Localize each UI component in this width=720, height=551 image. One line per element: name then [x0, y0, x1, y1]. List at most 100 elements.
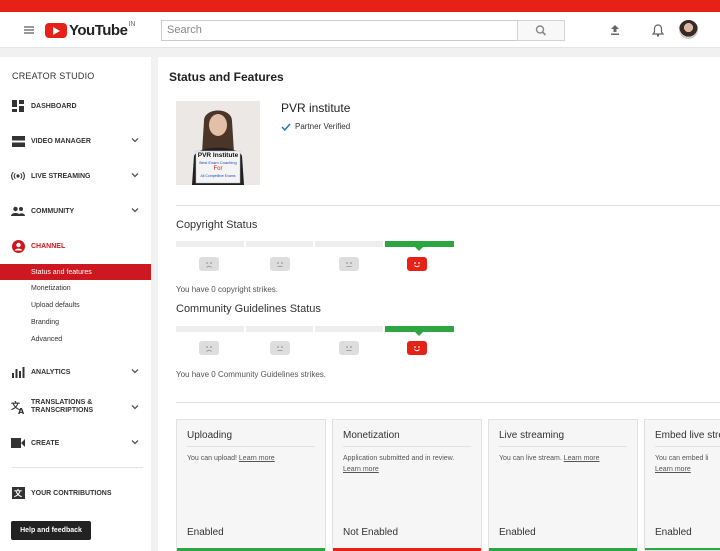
- copyright-strike-bar: [176, 241, 454, 251]
- card-status: Enabled: [499, 527, 536, 538]
- strike-segment: [246, 241, 314, 247]
- sidebar-item-label: DASHBOARD: [31, 102, 77, 110]
- create-icon: [11, 437, 25, 449]
- sidebar-subitem-upload-defaults[interactable]: Upload defaults: [0, 297, 151, 313]
- sidebar-title: CREATOR STUDIO: [12, 71, 95, 81]
- community-icon: [11, 205, 25, 217]
- upload-button[interactable]: [605, 20, 625, 40]
- neutral-face-icon: [339, 341, 359, 355]
- card-divider: [655, 446, 720, 447]
- search-input[interactable]: Search: [161, 20, 518, 41]
- sidebar-item-label: TRANSLATIONS & TRANSCRIPTIONS: [31, 399, 94, 414]
- happy-face-icon: [407, 257, 427, 271]
- sidebar-item-label: VIDEO MANAGER: [31, 137, 91, 145]
- sidebar-item-video-manager[interactable]: VIDEO MANAGER: [0, 131, 151, 151]
- sidebar-item-community[interactable]: COMMUNITY: [0, 201, 151, 221]
- help-and-feedback-button[interactable]: Help and feedback: [11, 521, 91, 540]
- learn-more-link[interactable]: Learn more: [239, 455, 275, 462]
- card-text: You can live stream.: [499, 455, 564, 462]
- chevron-down-icon[interactable]: [131, 206, 139, 214]
- copyright-strike-faces: [176, 257, 454, 271]
- card-title: Uploading: [187, 430, 233, 441]
- copyright-status-title: Copyright Status: [176, 219, 258, 231]
- search-button[interactable]: [517, 20, 565, 41]
- thumbnail-line: All Competitive Exams: [200, 174, 236, 178]
- upload-icon: [611, 25, 619, 35]
- sidebar-item-create[interactable]: CREATE: [0, 433, 151, 453]
- account-avatar[interactable]: [679, 20, 698, 39]
- sidebar-item-your-contributions[interactable]: 文 YOUR CONTRIBUTIONS: [0, 483, 151, 503]
- card-title: Embed live stre: [655, 430, 720, 441]
- video-manager-icon: [11, 135, 25, 147]
- card-status: Not Enabled: [343, 527, 399, 538]
- live-streaming-icon: [11, 170, 25, 182]
- translate-icon: 文A: [11, 401, 25, 414]
- sidebar-item-label: LIVE STREAMING: [31, 172, 91, 180]
- section-divider: [176, 402, 720, 403]
- sidebar-item-label: CHANNEL: [31, 242, 66, 250]
- learn-more-link[interactable]: Learn more: [343, 466, 379, 473]
- bell-icon: [652, 23, 664, 37]
- feature-card-live-streaming: Live streaming You can live stream. Lear…: [488, 419, 638, 551]
- chevron-down-icon[interactable]: [131, 136, 139, 144]
- sidebar-item-translations[interactable]: 文A TRANSLATIONS & TRANSCRIPTIONS: [0, 395, 151, 419]
- sidebar-item-live-streaming[interactable]: LIVE STREAMING: [0, 166, 151, 186]
- guidelines-strike-faces: [176, 341, 454, 355]
- sidebar-item-dashboard[interactable]: DASHBOARD: [0, 96, 151, 116]
- sidebar-item-analytics[interactable]: ANALYTICS: [0, 362, 151, 382]
- happy-face-icon: [407, 341, 427, 355]
- card-description: You can embed li Learn more: [655, 453, 720, 475]
- strike-segment-current: [385, 241, 454, 251]
- learn-more-link[interactable]: Learn more: [655, 466, 691, 473]
- strike-segment: [246, 326, 314, 332]
- guidelines-strike-bar: [176, 326, 454, 336]
- analytics-icon: [11, 366, 25, 378]
- sidebar-subitem-advanced[interactable]: Advanced: [0, 331, 151, 347]
- neutral-face-icon: [270, 257, 290, 271]
- sad-face-icon: [199, 341, 219, 355]
- sidebar-item-label: COMMUNITY: [31, 207, 75, 215]
- country-code: IN: [128, 20, 136, 28]
- sidebar: CREATOR STUDIO DASHBOARD VIDEO MANAGER L…: [0, 57, 151, 551]
- card-description: Application submitted and in review. Lea…: [343, 453, 473, 475]
- sidebar-subitem-branding[interactable]: Branding: [0, 314, 151, 330]
- card-divider: [499, 446, 627, 447]
- sidebar-item-label: YOUR CONTRIBUTIONS: [31, 489, 112, 497]
- sidebar-item-label: ANALYTICS: [31, 368, 71, 376]
- card-text: You can upload!: [187, 455, 239, 462]
- masthead: YouTube IN Search: [0, 12, 720, 48]
- youtube-logo[interactable]: YouTube IN: [45, 20, 136, 39]
- card-description: You can live stream. Learn more: [499, 453, 629, 464]
- top-accent-bar: [0, 0, 720, 12]
- menu-icon[interactable]: [24, 26, 34, 34]
- page-title: Status and Features: [169, 70, 284, 84]
- feature-card-monetization: Monetization Application submitted and i…: [332, 419, 482, 551]
- strike-segment: [315, 326, 384, 332]
- card-title: Live streaming: [499, 430, 565, 441]
- guidelines-status-text: You have 0 Community Guidelines strikes.: [176, 370, 326, 379]
- svg-text:文: 文: [14, 488, 23, 498]
- svg-text:A: A: [18, 407, 25, 414]
- notifications-button[interactable]: [648, 20, 668, 40]
- logo-wordmark: YouTube: [69, 21, 128, 39]
- sad-face-icon: [199, 257, 219, 271]
- chevron-down-icon[interactable]: [131, 403, 139, 411]
- chevron-down-icon[interactable]: [131, 438, 139, 446]
- partner-verified-badge: Partner Verified: [281, 122, 350, 131]
- card-text: Application submitted and in review.: [343, 455, 455, 462]
- dashboard-icon: [11, 100, 25, 112]
- chevron-down-icon[interactable]: [131, 367, 139, 375]
- sidebar-item-channel[interactable]: CHANNEL: [0, 236, 151, 256]
- sidebar-subitem-monetization[interactable]: Monetization: [0, 280, 151, 296]
- learn-more-link[interactable]: Learn more: [564, 455, 600, 462]
- section-divider: [176, 205, 720, 206]
- chevron-down-icon[interactable]: [131, 171, 139, 179]
- card-divider: [343, 446, 471, 447]
- card-status: Enabled: [187, 527, 224, 538]
- sidebar-subitem-status-and-features[interactable]: Status and features: [0, 264, 151, 280]
- sidebar-item-label: CREATE: [31, 439, 60, 447]
- channel-profile-image: PVR Institute Best Exam Coaching For All…: [176, 101, 260, 185]
- feature-card-uploading: Uploading You can upload! Learn more Ena…: [176, 419, 326, 551]
- partner-verified-text: Partner Verified: [295, 122, 351, 131]
- community-guidelines-title: Community Guidelines Status: [176, 303, 321, 315]
